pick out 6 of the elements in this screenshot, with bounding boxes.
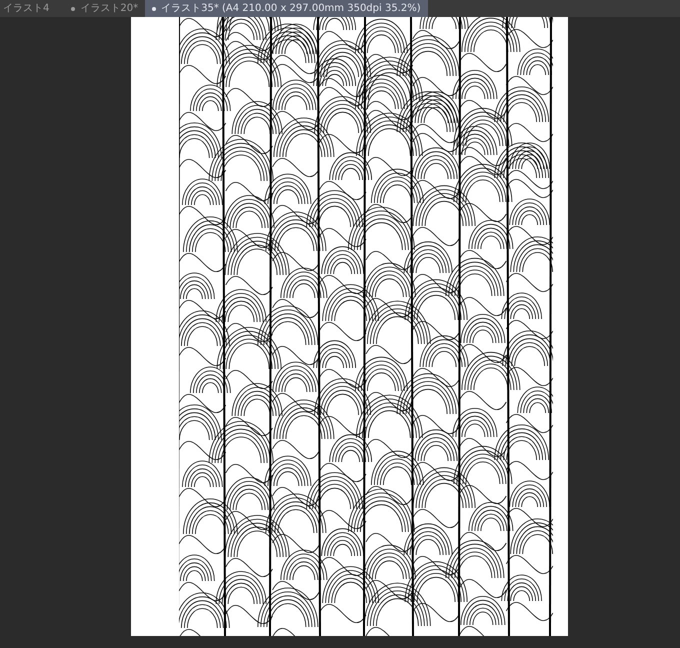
tab-label: イラスト4 (3, 2, 50, 16)
document-tab[interactable]: イラスト20* (64, 0, 146, 17)
document-tab[interactable]: イラスト4 (0, 0, 56, 17)
tab-label: イラスト35* (A4 210.00 x 297.00mm 350dpi 35.2%) (161, 2, 421, 16)
tab-label: イラスト20* (80, 2, 138, 16)
document-tab[interactable]: イラスト35* (A4 210.00 x 297.00mm 350dpi 35.2%) (145, 0, 428, 17)
